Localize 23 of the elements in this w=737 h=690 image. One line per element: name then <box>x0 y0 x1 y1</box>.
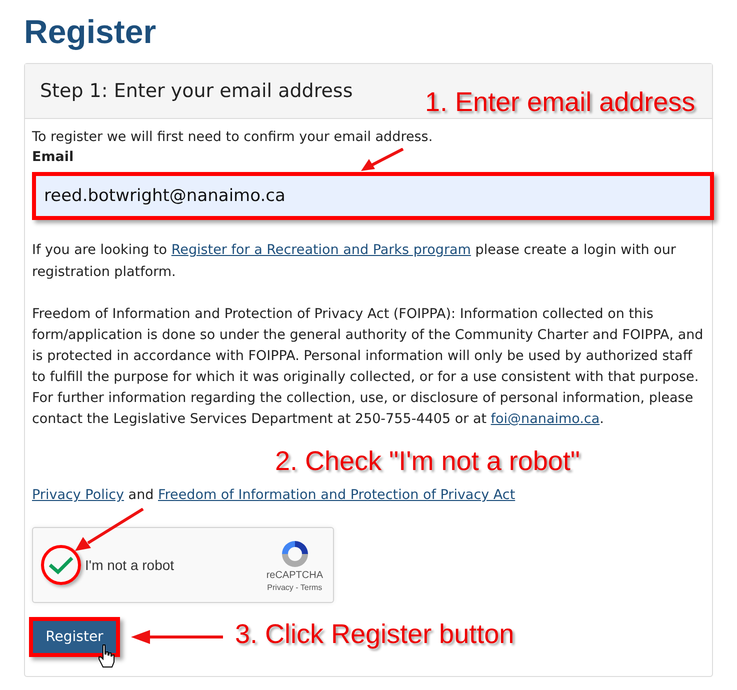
captcha-label: I'm not a robot <box>85 556 174 574</box>
recaptcha-brand: reCAPTCHA <box>266 570 323 582</box>
email-label: Email <box>32 148 74 167</box>
page-title: Register <box>24 12 156 52</box>
text-link[interactable]: Register for a Recreation and Parks program <box>171 242 471 258</box>
paragraph-text: If you are looking to Register for a Recreation and Parks program please create a login with our registration platform. <box>32 241 677 282</box>
recaptcha-links[interactable]: Privacy - Terms <box>267 582 322 592</box>
intro-text: To register we will first need to confirm your email address. <box>32 128 433 147</box>
checkmark-icon <box>48 555 74 575</box>
paragraph-text: Privacy Policy and Freedom of Information and Protection of Privacy Act <box>32 486 516 505</box>
text-link[interactable]: Freedom of Information and Protection of Privacy Act <box>158 487 516 503</box>
callout-text: 3. Click Register button <box>235 620 514 648</box>
panel-heading: Step 1: Enter your email address <box>40 78 353 104</box>
text-link[interactable]: foi@nanaimo.ca <box>490 411 600 427</box>
arrow-drawing <box>360 148 404 172</box>
paragraph-text: Freedom of Information and Protection of Privacy Act (FOIPPA): Information collected on this form/application is done so under the general authority of the Community Charter and FOIPPA, and is protected in accordance with FOIPPA. Personal information will only be used by authorized staff to fulfill the purpose for which it was originally collected, or for a use consistent with that purpose. For further information regarding the collection, use, or disclosure of personal information, please contact the Legislative Services Department at 250-755-4405 or at foi@nanaimo.ca. <box>32 305 704 429</box>
pointer-cursor-icon <box>98 644 116 668</box>
callout-text: 1. Enter email address <box>425 88 696 116</box>
arrow-drawing <box>74 508 144 552</box>
callout-text: 2. Check "I'm not a robot" <box>275 447 580 475</box>
text-link[interactable]: Privacy Policy <box>32 487 124 503</box>
register-button[interactable]: Register <box>29 617 120 657</box>
email-field[interactable]: reed.botwright@nanaimo.ca <box>32 172 714 220</box>
